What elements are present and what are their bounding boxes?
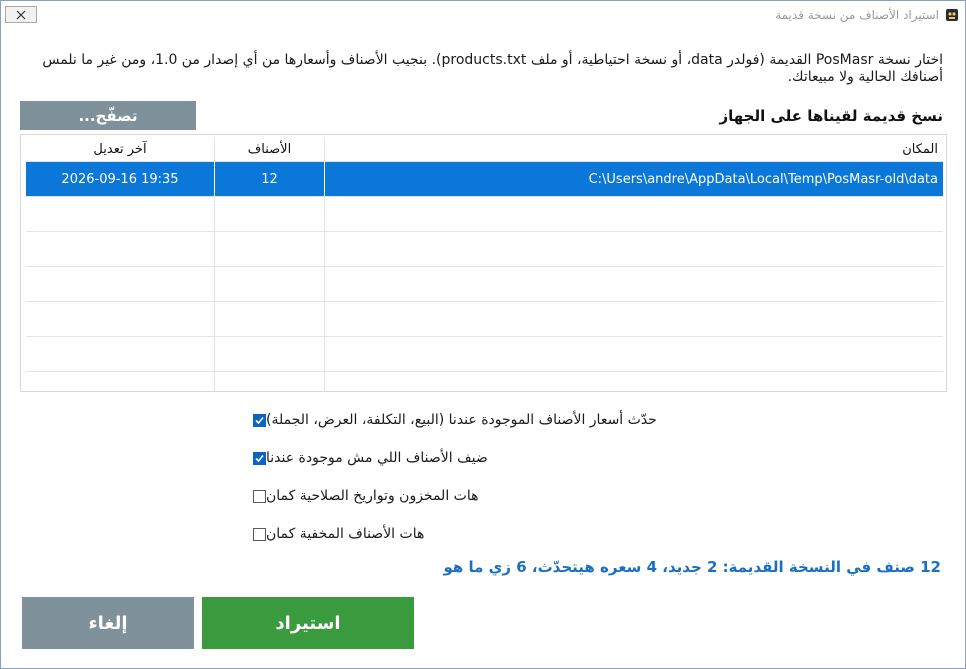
cell-count: 12 — [215, 162, 325, 196]
empty-cell — [325, 337, 943, 371]
check-icon — [255, 454, 264, 462]
options-group: حدّث أسعار الأصناف الموجودة عندنا (البيع… — [243, 401, 943, 553]
empty-row — [26, 232, 943, 267]
section-title: نسخ قديمة لقيناها على الجهاز — [719, 107, 943, 125]
empty-cell — [26, 302, 215, 336]
cell-modified: 2026-09-16 19:35 — [26, 162, 215, 196]
check-icon — [255, 416, 264, 424]
import-dialog: استيراد الأصناف من نسخة قديمة اختار نسخة… — [0, 0, 966, 669]
header-count[interactable]: الأصناف — [215, 138, 325, 161]
close-button[interactable] — [5, 6, 37, 23]
empty-cell — [215, 337, 325, 371]
header-path[interactable]: المكان — [325, 138, 943, 161]
empty-row — [26, 302, 943, 337]
empty-cell — [215, 197, 325, 231]
close-icon — [16, 10, 26, 19]
import-button[interactable]: استيراد — [202, 597, 414, 649]
option-update-prices[interactable]: حدّث أسعار الأصناف الموجودة عندنا (البيع… — [243, 401, 943, 439]
option-stock-expiry[interactable]: هات المخزون وتواريخ الصلاحية كمان — [243, 477, 943, 515]
empty-cell — [325, 372, 943, 391]
window-title: استيراد الأصناف من نسخة قديمة — [775, 8, 939, 22]
option-label: حدّث أسعار الأصناف الموجودة عندنا (البيع… — [266, 412, 657, 428]
option-label: هات المخزون وتواريخ الصلاحية كمان — [266, 488, 479, 504]
empty-cell — [325, 267, 943, 301]
empty-row — [26, 267, 943, 302]
empty-row — [26, 372, 943, 391]
table-row[interactable]: 2026-09-16 19:35 12 C:\Users\andre\AppDa… — [26, 162, 943, 197]
backups-table: آخر تعديل الأصناف المكان 2026-09-16 19:3… — [20, 134, 947, 392]
description-text: اختار نسخة PosMasr القديمة (فولدر data، … — [42, 52, 943, 85]
option-label: ضيف الأصناف اللي مش موجودة عندنا — [266, 450, 488, 466]
checkbox-hidden-items[interactable] — [253, 527, 266, 541]
summary-text: 12 صنف في النسخة القديمة: 2 جديد، 4 سعره… — [443, 558, 941, 576]
empty-cell — [325, 197, 943, 231]
checkbox-add-missing[interactable] — [253, 451, 266, 465]
empty-cell — [215, 372, 325, 391]
option-label: هات الأصناف المخفية كمان — [266, 526, 425, 542]
empty-cell — [26, 232, 215, 266]
browse-button[interactable]: تصفّح... — [20, 101, 196, 130]
empty-row — [26, 337, 943, 372]
header-modified[interactable]: آخر تعديل — [26, 138, 215, 161]
app-logo-icon — [946, 9, 958, 21]
empty-cell — [325, 302, 943, 336]
empty-cell — [26, 372, 215, 391]
empty-cell — [215, 302, 325, 336]
empty-cell — [215, 267, 325, 301]
empty-cell — [215, 232, 325, 266]
cancel-button[interactable]: إلغاء — [22, 597, 194, 649]
empty-cell — [26, 337, 215, 371]
cell-path: C:\Users\andre\AppData\Local\Temp\PosMas… — [588, 171, 938, 187]
title-bar: استيراد الأصناف من نسخة قديمة — [1, 1, 965, 31]
empty-cell — [26, 197, 215, 231]
empty-row — [26, 197, 943, 232]
checkbox-stock-expiry[interactable] — [253, 489, 266, 503]
empty-cell — [26, 267, 215, 301]
option-add-missing[interactable]: ضيف الأصناف اللي مش موجودة عندنا — [243, 439, 943, 477]
empty-cell — [325, 232, 943, 266]
option-hidden-items[interactable]: هات الأصناف المخفية كمان — [243, 515, 943, 553]
table-header: آخر تعديل الأصناف المكان — [26, 138, 943, 162]
checkbox-update-prices[interactable] — [253, 413, 266, 427]
